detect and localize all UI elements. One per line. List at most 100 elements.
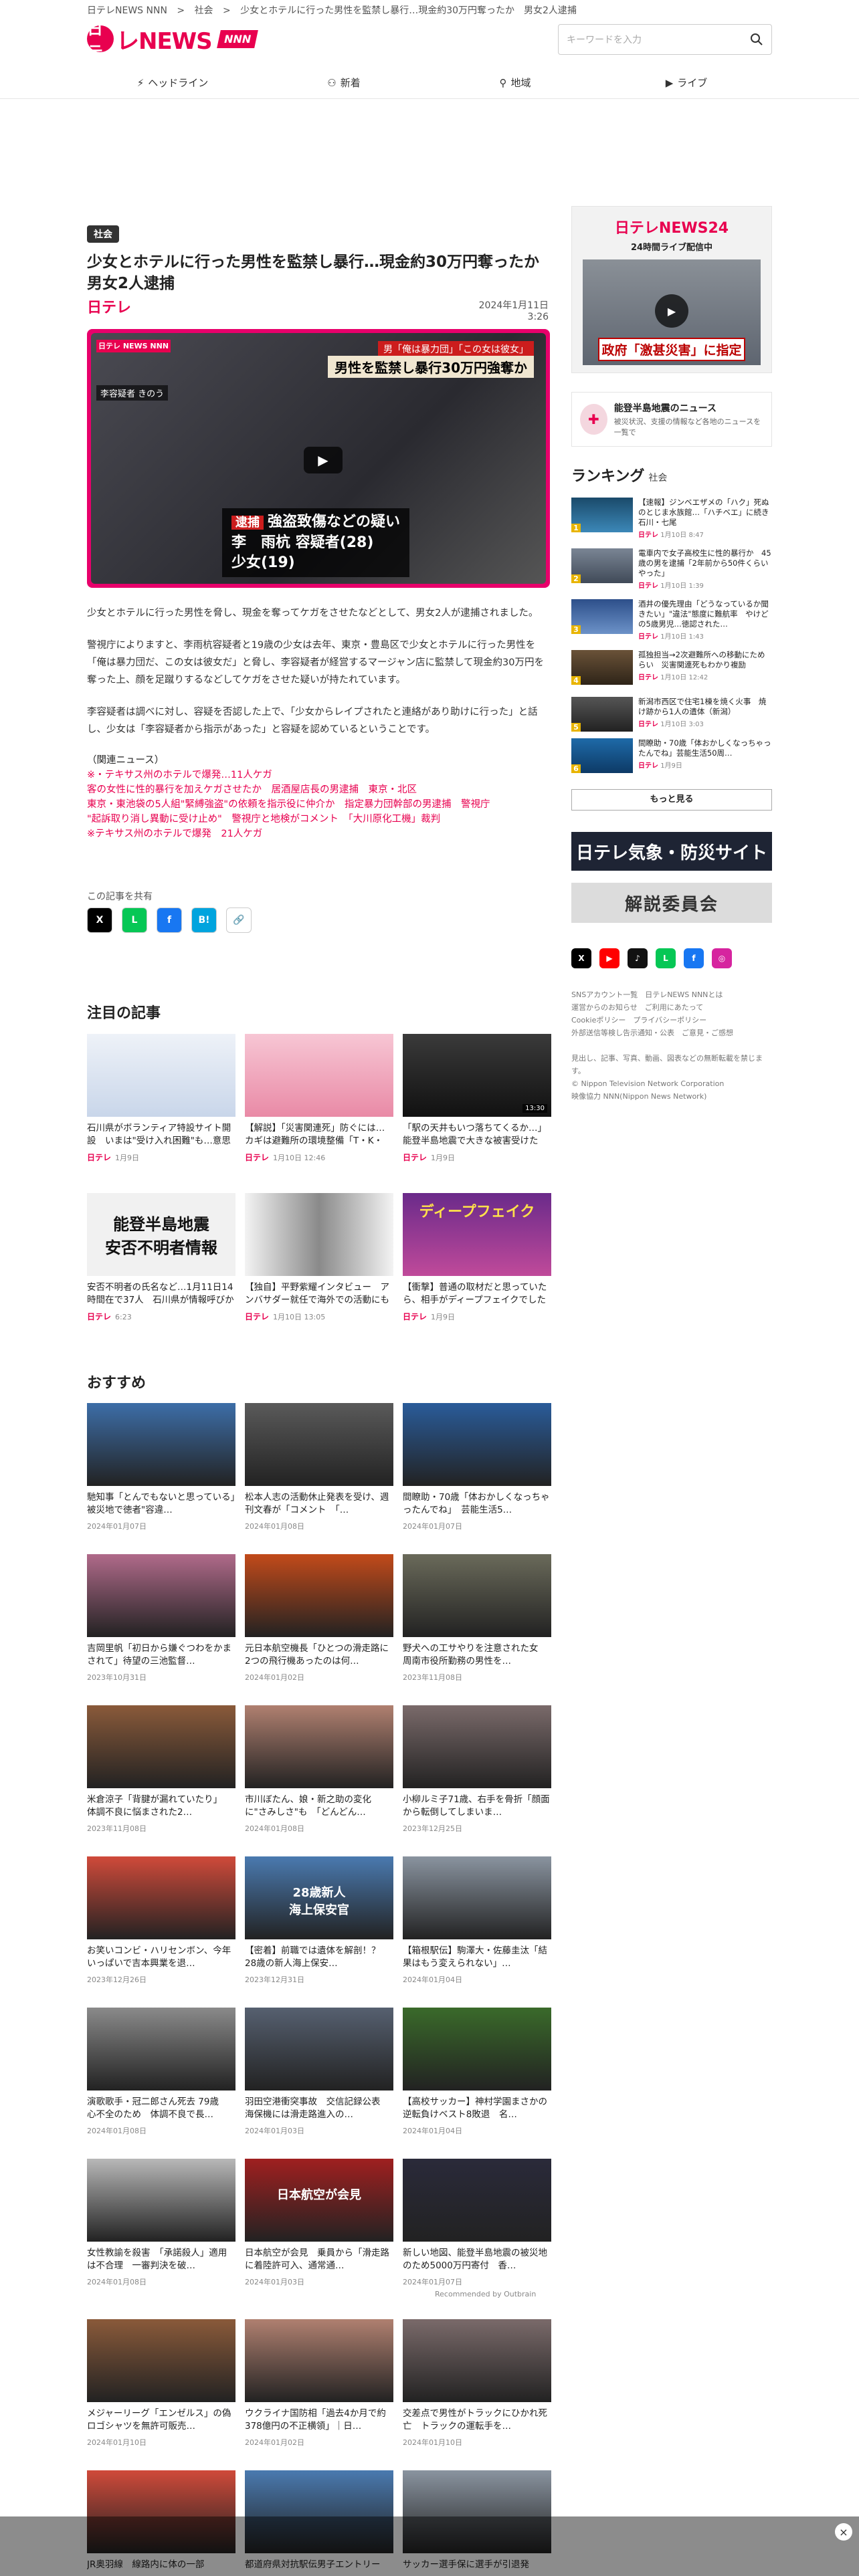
play-icon[interactable]: ▶: [655, 294, 688, 328]
card-title: 【解説】「災害関連死」防ぐには…カギは避難所の環境整備「T・K・B」？ 「2次避…: [245, 1123, 385, 1146]
facebook-share-icon[interactable]: f: [157, 907, 182, 933]
category-badge[interactable]: 社会: [87, 225, 119, 243]
video-player[interactable]: 日テレ NEWS NNN 李容疑者 きのう 男「俺は暴力団」「この女は彼女」 男…: [87, 329, 550, 588]
youtube-icon[interactable]: ▶: [599, 948, 619, 968]
card-thumbnail: [87, 2159, 235, 2242]
close-icon[interactable]: ×: [835, 2523, 852, 2541]
card-meta: 日テレ 6:23: [87, 1312, 132, 1321]
ranking-item[interactable]: 4 孤独担当→2次避難所への移動にためらい 災害関連死もわかり複励 日テレ 1月1…: [571, 650, 772, 685]
search-input[interactable]: キーワードを入力: [558, 24, 772, 55]
logo-mark: 日テ: [87, 19, 114, 62]
card-title: ウクライナ国防相「過去4か月で約378億円の不正横領」｜日…: [245, 2408, 386, 2432]
headline-icon: ⚡: [136, 76, 145, 89]
video-thumbnail: 日テレ NEWS NNN 李容疑者 きのう 男「俺は暴力団」「この女は彼女」 男…: [91, 333, 546, 584]
recommend-card[interactable]: 吉岡里帆「初日から嫌ぐつわをかまされて」待望の三池監督… 2023年10月31日: [87, 1554, 235, 1683]
related-link[interactable]: ※・テキサス州のホテルで爆発…11人ケガ: [87, 768, 550, 782]
tiktok-icon[interactable]: ♪: [628, 948, 648, 968]
card-thumbnail: [245, 1705, 393, 1788]
breadcrumb-category[interactable]: 社会: [195, 5, 213, 16]
outbrain-credit[interactable]: Recommended by Outbrain: [435, 2290, 536, 2298]
footer-note: 見出し、記事、写真、動画、図表などの無断転載を禁じます。: [571, 1054, 763, 1075]
recommend-card[interactable]: 【箱根駅伝】駒澤大・佐藤圭汰「結果はもう変えられない」… 2024年01月04日: [403, 1856, 551, 1985]
recommend-card[interactable]: 間瞭助・70歳「体おかしくなっちゃったんでね」 芸能生活5… 2024年01月07…: [403, 1403, 551, 1531]
card-date: 2023年11月08日: [87, 1824, 147, 1833]
link-copy-icon[interactable]: 🔗: [226, 907, 252, 933]
pin-icon: ⚲: [499, 76, 507, 89]
nav-new[interactable]: ⚇ 新着: [258, 67, 430, 98]
featured-card[interactable]: 能登半島地震 安否不明者情報 安否不明者の氏名など…1月11日14 時間在で37人…: [87, 1193, 235, 1322]
featured-card[interactable]: ディープフェイク 【衝撃】普通の取材だと思っていたら、相手がディープフェイクでし…: [403, 1193, 551, 1322]
nav-label: 新着: [340, 77, 361, 89]
recommend-card[interactable]: 米倉涼子「背腱が漏れていたり」 体調不良に悩まされた2… 2023年11月08日: [87, 1705, 235, 1834]
recommend-card[interactable]: 市川ぼたん、娘・新之助の変化に"さみしさ"も 「どんどん… 2024年01月08日: [245, 1705, 393, 1834]
article-body: 少女とホテルに行った男性を脅し、現金を奪ってケガをさせたなどとして、男女2人が逮…: [87, 605, 550, 841]
recommend-card[interactable]: 交差点で男性がトラックにひかれ死亡 トラックの運転手を… 2024年01月10日: [403, 2319, 551, 2448]
related-link[interactable]: 東京・東池袋の5人組"緊縛強盗"の依頼を指示役に仲介か 指定暴力団幹部の男逮捕 …: [87, 797, 550, 812]
recommend-card[interactable]: 羽田空港衝突事故 交信記録公表 海保機には滑走路進入の… 2024年01月03日: [245, 2008, 393, 2136]
weather-site-banner[interactable]: 日テレ気象・防災サイト: [571, 832, 772, 871]
footer-link[interactable]: 運営からのお知らせ ご利用にあたって: [571, 1001, 772, 1014]
ranking-meta: 日テレ 1月9日: [638, 762, 682, 770]
ranking-item[interactable]: 3 酒井の優先理由「どうなっているか聞きたい」"違法"態度に難航率 やけどの5歳…: [571, 599, 772, 641]
line-share-icon[interactable]: L: [122, 907, 147, 933]
featured-card[interactable]: 13:30 「駅の天井もいつ落ちてくるか…」 能登半島地震で大きな被害受けた「の…: [403, 1034, 551, 1163]
featured-card[interactable]: 【独自】平野紫耀インタビュー アンバサダー就任で海外での活動にも意欲「果敢にトラ…: [245, 1193, 393, 1322]
featured-card[interactable]: 石川県がボランティア特設サイト開設 いまは"受け入れ困難"も…意思ある人は「事前…: [87, 1034, 235, 1163]
recommend-card[interactable]: 松本人志の活動休止発表を受け、週刊文春が「コメント 「… 2024年01月08日: [245, 1403, 393, 1531]
x-icon[interactable]: X: [571, 948, 591, 968]
sns-links: X ▶ ♪ L f ◎: [571, 948, 772, 968]
nav-region[interactable]: ⚲ 地域: [430, 67, 601, 98]
hatena-share-icon[interactable]: B!: [191, 907, 217, 933]
featured-card[interactable]: 【解説】「災害関連死」防ぐには…カギは避難所の環境整備「T・K・B」？ 「2次避…: [245, 1034, 393, 1163]
share-label: この記事を共有: [87, 891, 153, 902]
ranking-item[interactable]: 1 【速報】ジンベエザメの「ハク」死ぬ のとじま水族館…「ハチベエ」に続き 石川…: [571, 498, 777, 539]
site-logo[interactable]: 日テ レNEWS NNN: [87, 19, 258, 62]
instagram-icon[interactable]: ◎: [712, 948, 732, 968]
recommend-card[interactable]: 日本航空が会見 日本航空が会見 乗員から「滑走路に着陸許可入、通常通… 2024年0…: [245, 2159, 393, 2287]
play-icon[interactable]: ▶: [304, 447, 343, 473]
related-link[interactable]: ※テキサス州のホテルで爆発 21人ケガ: [87, 827, 550, 841]
ranking-item[interactable]: 6 間瞭助・70歳「体おかしくなっちゃったんでね」芸能生活50周… 日テレ 1月9…: [571, 738, 772, 773]
footer-link[interactable]: SNSアカウント一覧 日テレNEWS NNNとは: [571, 988, 772, 1001]
nav-headline[interactable]: ⚡ ヘッドライン: [87, 67, 258, 98]
recommend-card[interactable]: 元日本航空機長「ひとつの滑走路に2つの飛行機あったのは何… 2024年01月02日: [245, 1554, 393, 1683]
recommend-card[interactable]: お笑いコンビ・ハリセンボン、今年いっぱいで吉本興業を退… 2023年12月26日: [87, 1856, 235, 1985]
line-icon[interactable]: L: [656, 948, 676, 968]
card-date: 2024年01月08日: [245, 1824, 304, 1833]
recommend-heading: おすすめ: [87, 1375, 147, 1392]
quake-news-card[interactable]: ✚ 能登半島地震のニュース 被災状況、支援の情報など各地のニュースを一覧で: [571, 392, 772, 447]
related-link[interactable]: "起訴取り消し異動に受け止め" 警視庁と地検がコメント 「大川原化工機」裁判: [87, 812, 550, 827]
card-thumbnail: [403, 1856, 551, 1939]
recommend-card[interactable]: 馳知事「とんでもないと思っている」 被災地で徳者"容違… 2024年01月07日: [87, 1403, 235, 1531]
breadcrumb-home[interactable]: 日テレNEWS NNN: [87, 5, 167, 16]
recommend-card[interactable]: 演歌歌手・冠二郎さん死去 79歳 心不全のため 体調不良で長… 2024年01月0…: [87, 2008, 235, 2136]
recommend-card[interactable]: 【高校サッカー】神村学園まさかの逆転負けベスト8敗退 名… 2024年01月04日: [403, 2008, 551, 2136]
article-date: 2024年1月11日 3:26: [478, 300, 549, 322]
related-link[interactable]: 客の女性に性的暴行を加えケガさせたか 居酒屋店長の男逮捕 東京・北区: [87, 782, 550, 797]
recommend-card[interactable]: 新しい地図、能登半島地震の被災地のため5000万円寄付 香… 2024年01月07…: [403, 2159, 551, 2287]
recommend-card[interactable]: 28歳新人 海上保安官 【密着】前職では遺体を解剖！？ 28歳の新人海上保安… 202…: [245, 1856, 393, 1985]
live-stream-banner[interactable]: 日テレNEWS24 24時間ライブ配信中 ▶ 政府「激甚災害」に指定: [571, 206, 772, 373]
ranking-more-button[interactable]: もっと見る: [571, 789, 772, 811]
card-thumbnail: [87, 1856, 235, 1939]
footer-spacer: [571, 1039, 772, 1052]
ranking-item[interactable]: 2 電車内で女子高校生に性的暴行か 45歳の男を逮捕「2年前から50件くらいやっ…: [571, 548, 772, 590]
commentary-banner[interactable]: 解説委員会: [571, 883, 772, 923]
recommend-card[interactable]: メジャーリーグ「エンゼルス」の偽ロゴシャツを無許可販売… 2024年01月10日: [87, 2319, 235, 2448]
card-thumbnail: [245, 2008, 393, 2090]
recommend-card[interactable]: 小柳ルミ子71歳、右手を骨折「顔面から転倒してしまいま… 2023年12月25日: [403, 1705, 551, 1834]
facebook-icon[interactable]: f: [684, 948, 704, 968]
search-icon[interactable]: [750, 33, 763, 46]
ranking-item[interactable]: 5 新潟市西区で住宅1棟を焼く火事 焼け跡から1人の遺体（新潟） 日テレ 1月10…: [571, 697, 772, 732]
related-news: （関連ニュース） ※・テキサス州のホテルで爆発…11人ケガ 客の女性に性的暴行を…: [87, 753, 550, 841]
x-share-icon[interactable]: X: [87, 907, 112, 933]
recommend-card[interactable]: ウクライナ国防相「過去4か月で約378億円の不正横領」｜日… 2024年01月02…: [245, 2319, 393, 2448]
card-title: 新しい地図、能登半島地震の被災地のため5000万円寄付 香…: [403, 2248, 547, 2271]
card-thumbnail: 28歳新人 海上保安官: [245, 1856, 393, 1939]
footer-link[interactable]: 外部送信等検し告示通知・公表 ご意見・ご感想: [571, 1027, 772, 1039]
article-brand: 日テレ: [87, 300, 132, 316]
footer-link[interactable]: Cookieポリシー プライバシーポリシー: [571, 1014, 772, 1027]
recommend-card[interactable]: 女性教諭を殺害 「承諾殺人」適用は不合理 一審判決を破… 2024年01月08日: [87, 2159, 235, 2287]
nav-live[interactable]: ▶ ライブ: [601, 67, 772, 98]
recommend-card[interactable]: 野犬への工サやりを注意された女 周南市役所勤務の男性を… 2023年11月08日: [403, 1554, 551, 1683]
